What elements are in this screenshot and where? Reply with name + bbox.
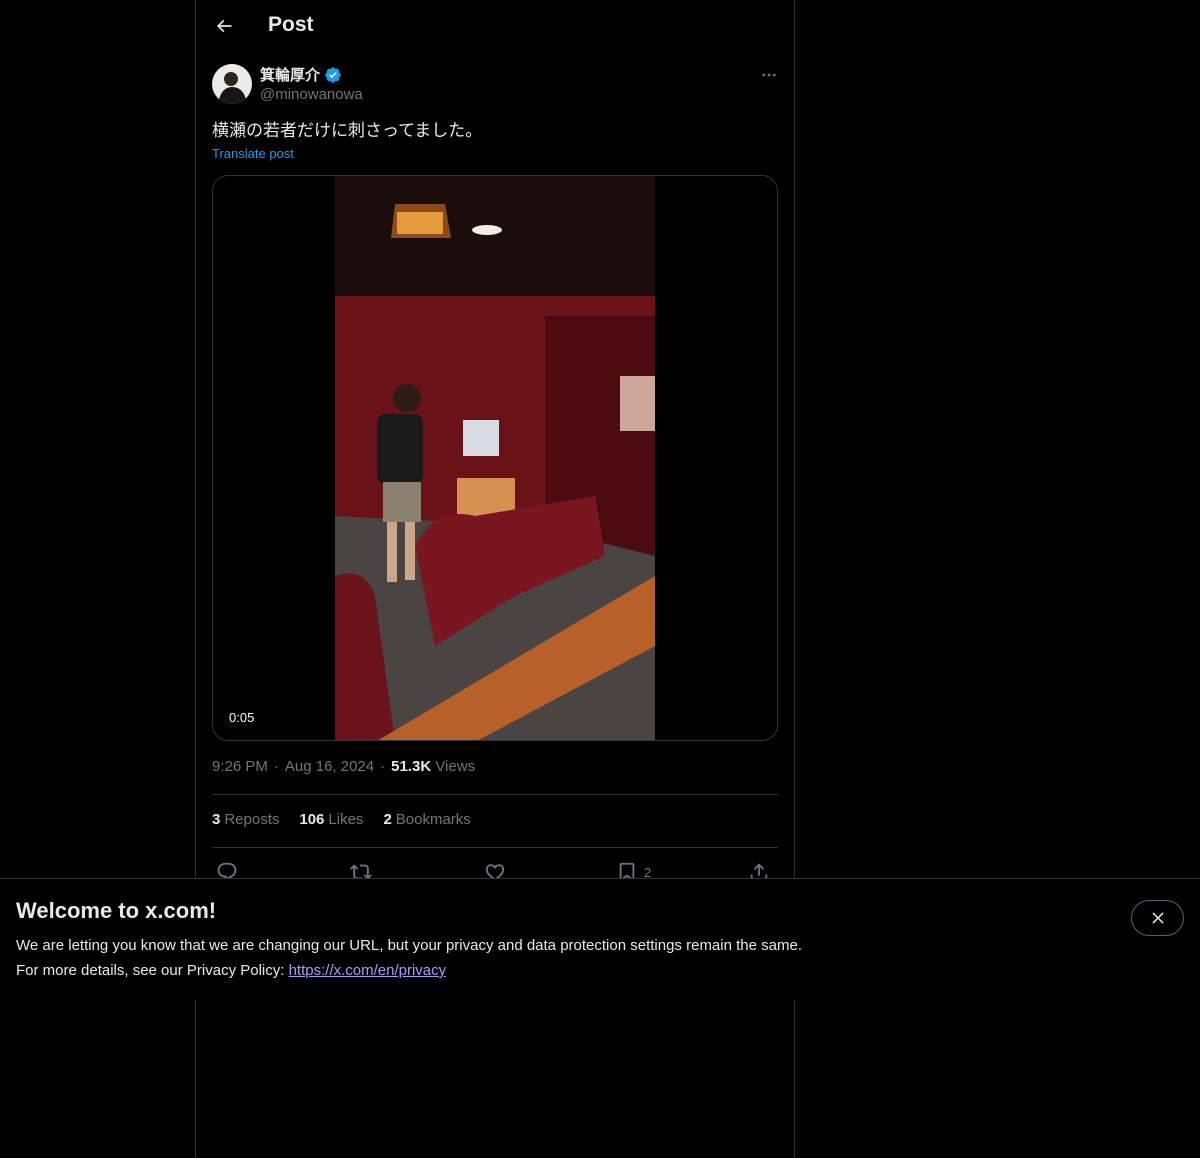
post-video[interactable]: 0:05 [212, 175, 778, 741]
translate-post-link[interactable]: Translate post [212, 146, 294, 161]
reposts-stat[interactable]: 3 Reposts [212, 811, 279, 828]
meta-separator: · [380, 758, 386, 775]
arrow-left-icon [216, 19, 232, 33]
divider [212, 794, 778, 795]
author-handle[interactable]: @minowanowa [260, 86, 363, 103]
video-thumbnail [335, 176, 655, 740]
avatar-image [212, 64, 252, 104]
page-header: Post [196, 0, 794, 54]
more-horizontal-icon [762, 73, 776, 77]
banner-title: Welcome to x.com! [16, 898, 217, 923]
author-display-name: 箕輪厚介 [260, 67, 321, 84]
banner-close-button[interactable] [1131, 900, 1184, 936]
close-icon [1151, 912, 1164, 924]
bookmarks-count: 2 [383, 811, 392, 828]
likes-label: Likes [328, 811, 364, 828]
post-stats: 3 Reposts 106 Likes 2 Bookmarks [212, 811, 471, 828]
reposts-count: 3 [212, 811, 221, 828]
avatar[interactable] [212, 64, 252, 104]
banner-message: We are letting you know that we are chan… [16, 937, 802, 954]
video-frame [335, 176, 655, 740]
page-title: Post [268, 13, 314, 36]
banner-policy-prefix: For more details, see our Privacy Policy… [16, 962, 289, 979]
post-text: 横瀬の若者だけに刺さってました。 [212, 121, 483, 140]
divider [212, 847, 778, 848]
views-label: Views [435, 758, 476, 775]
post-date[interactable]: Aug 16, 2024 [285, 758, 374, 775]
privacy-policy-link[interactable]: https://x.com/en/privacy [289, 962, 447, 979]
welcome-banner: Welcome to x.com! We are letting you kno… [0, 878, 1200, 1000]
verified-badge-icon [325, 66, 341, 83]
bookmarks-label: Bookmarks [395, 811, 471, 828]
video-duration: 0:05 [225, 708, 259, 727]
more-options-button[interactable] [752, 62, 786, 88]
author-name-row[interactable]: 箕輪厚介 [260, 64, 342, 85]
bookmarks-stat[interactable]: 2 Bookmarks [383, 811, 470, 828]
likes-stat[interactable]: 106 Likes [299, 811, 363, 828]
reposts-label: Reposts [224, 811, 280, 828]
back-button[interactable] [206, 8, 242, 44]
meta-separator: · [273, 758, 279, 775]
views-count: 51.3K [391, 758, 432, 775]
likes-count: 106 [299, 811, 325, 828]
banner-policy-line: For more details, see our Privacy Policy… [16, 962, 446, 979]
post-time[interactable]: 9:26 PM [212, 758, 268, 775]
post-meta: 9:26 PM · Aug 16, 2024 · 51.3K Views [212, 758, 475, 775]
